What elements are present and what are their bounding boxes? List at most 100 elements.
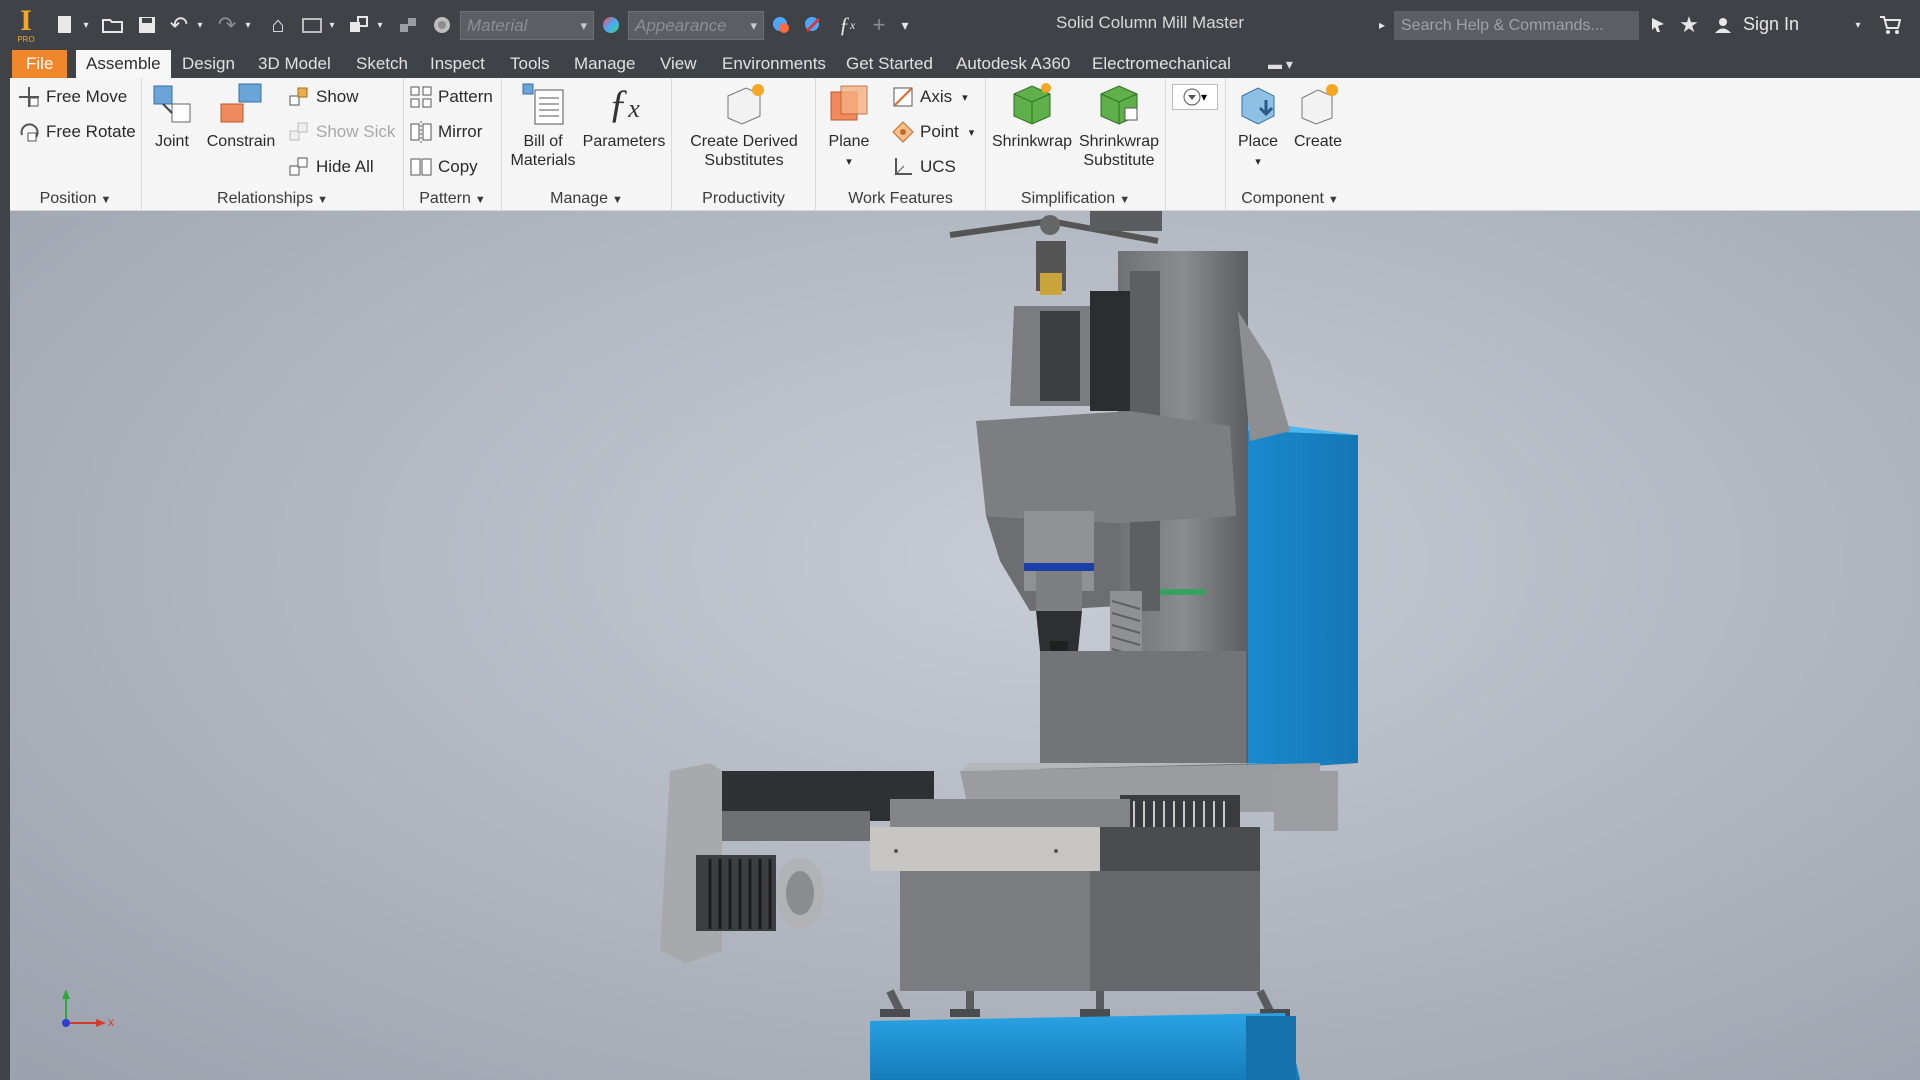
parameters-button[interactable]: ƒx Parameters	[580, 82, 668, 151]
axis-button[interactable]: Axis ▾	[892, 84, 968, 110]
panel-label-manage[interactable]: Manage ▼	[502, 190, 671, 208]
tab-autodesk-a360[interactable]: Autodesk A360	[956, 50, 1070, 78]
sign-in-dropdown-icon[interactable]: ▾	[1850, 8, 1866, 42]
redo-icon[interactable]: ↷	[214, 8, 240, 42]
tab-view[interactable]: View	[660, 50, 697, 78]
create-derived-substitutes-button[interactable]: Create Derived Substitutes	[680, 82, 808, 170]
new-file-icon[interactable]	[52, 8, 78, 42]
joint-button[interactable]: Joint	[148, 82, 196, 151]
point-button[interactable]: Point ▾	[892, 119, 974, 145]
place-icon	[1236, 82, 1280, 126]
update-dropdown-icon[interactable]: ▾	[326, 8, 338, 42]
undo-dropdown-icon[interactable]: ▾	[194, 8, 206, 42]
undo-icon[interactable]: ↶	[166, 8, 192, 42]
measure-icon[interactable]	[394, 8, 422, 42]
open-folder-icon[interactable]	[100, 8, 126, 42]
add-icon[interactable]: +	[866, 8, 892, 42]
free-move-icon	[18, 86, 40, 108]
mill-model[interactable]	[10, 211, 1920, 1080]
mill-head	[976, 411, 1236, 523]
tab-file[interactable]: File	[12, 50, 68, 78]
title-bar: I PRO ▾ ↶ ▾ ↷ ▾ ⌂ ▾ ▾ Material ▾ Appearanc…	[0, 0, 1920, 50]
tab-environments[interactable]: Environments	[722, 50, 826, 78]
search-help-input[interactable]: Search Help & Commands...	[1394, 11, 1639, 40]
filter-dropdown-icon[interactable]: ▾	[1172, 84, 1218, 110]
brass-collar	[1040, 273, 1062, 295]
customize-qat-icon[interactable]: ▾	[896, 8, 914, 42]
axis-x-label: x	[108, 1015, 114, 1029]
panel-label-component[interactable]: Component ▼	[1226, 190, 1354, 208]
graphics-viewport[interactable]: x	[10, 211, 1920, 1080]
expand-search-icon[interactable]: ▸	[1374, 8, 1390, 42]
show-sick-button[interactable]: Show Sick	[288, 119, 395, 145]
tab-manage[interactable]: Manage	[574, 50, 635, 78]
cart-icon[interactable]	[1876, 8, 1904, 42]
tab-get-started[interactable]: Get Started	[846, 50, 933, 78]
search-icon[interactable]	[1646, 8, 1670, 42]
ribbon-tabs: File Assemble Design 3D Model Sketch Ins…	[0, 50, 1920, 78]
tab-tools[interactable]: Tools	[510, 50, 550, 78]
place-button[interactable]: Place ▾	[1230, 82, 1286, 172]
shrinkwrap-substitute-button[interactable]: Shrinkwrap Substitute	[1076, 82, 1162, 170]
material-dropdown[interactable]: Material ▾	[460, 11, 594, 40]
shrinkwrap-icon	[1010, 82, 1054, 126]
mirror-button[interactable]: Mirror	[410, 119, 482, 145]
show-button[interactable]: Show	[288, 84, 359, 110]
favorites-star-icon[interactable]: ★	[1676, 8, 1702, 42]
shrinkwrap-substitute-icon	[1097, 82, 1141, 126]
appearance-dropdown[interactable]: Appearance ▾	[628, 11, 764, 40]
view-triad[interactable]: x	[46, 979, 116, 1044]
panel-label-pattern[interactable]: Pattern ▼	[404, 190, 501, 208]
left-edge	[0, 50, 10, 1080]
plane-button[interactable]: Plane ▾	[822, 82, 876, 172]
create-component-button[interactable]: Create	[1288, 82, 1348, 151]
redo-dropdown-icon[interactable]: ▾	[242, 8, 254, 42]
select-dropdown-icon[interactable]: ▾	[374, 8, 386, 42]
saddle	[870, 827, 1100, 871]
panel-component: Place ▾ Create Component ▼	[1226, 78, 1354, 211]
free-rotate-button[interactable]: Free Rotate	[18, 119, 136, 145]
panel-label-relationships[interactable]: Relationships ▼	[142, 190, 403, 208]
save-icon[interactable]	[134, 8, 160, 42]
material-globe-icon[interactable]	[428, 8, 456, 42]
update-icon[interactable]	[298, 8, 326, 42]
tab-sketch[interactable]: Sketch	[356, 50, 408, 78]
pattern-icon	[410, 86, 432, 108]
panel-label-productivity: Productivity	[702, 190, 785, 207]
tab-assemble[interactable]: Assemble	[76, 50, 171, 78]
blue-stand	[870, 1013, 1300, 1080]
point-icon	[892, 121, 914, 143]
rear-blue-panel	[1236, 430, 1358, 771]
bill-of-materials-button[interactable]: Bill of Materials	[506, 82, 580, 170]
bill-of-materials-icon	[521, 82, 565, 126]
fx-icon[interactable]: ƒx	[834, 8, 860, 42]
panel-label-position[interactable]: Position ▼	[10, 190, 141, 208]
appearance-sphere-icon[interactable]	[598, 8, 624, 42]
new-dropdown-icon[interactable]: ▾	[80, 8, 92, 42]
free-move-button[interactable]: Free Move	[18, 84, 127, 110]
tab-electromechanical[interactable]: Electromechanical	[1092, 50, 1231, 78]
pattern-button[interactable]: Pattern	[410, 84, 493, 110]
shrinkwrap-button[interactable]: Shrinkwrap	[990, 82, 1074, 151]
axis-icon	[892, 86, 914, 108]
sign-in-button[interactable]: Sign In	[1743, 14, 1799, 35]
fx-parameters-icon: ƒx	[608, 81, 640, 126]
copy-button[interactable]: Copy	[410, 154, 478, 180]
panel-position: Free Move Free Rotate Position ▼	[10, 78, 142, 211]
panel-productivity: Create Derived Substitutes Productivity	[672, 78, 816, 211]
tab-inspect[interactable]: Inspect	[430, 50, 485, 78]
constrain-button[interactable]: Constrain	[204, 82, 278, 151]
ucs-button[interactable]: UCS	[892, 154, 956, 180]
hide-all-icon	[288, 156, 310, 178]
select-filter-icon[interactable]	[346, 8, 372, 42]
ribbon-display-icon[interactable]: ▬ ▾	[1268, 50, 1293, 78]
tab-design[interactable]: Design	[182, 50, 235, 78]
app-logo[interactable]: I PRO	[14, 6, 38, 44]
adjust-appearance-icon[interactable]	[768, 8, 794, 42]
tab-3d-model[interactable]: 3D Model	[258, 50, 331, 78]
clear-appearance-icon[interactable]	[800, 8, 826, 42]
user-icon[interactable]	[1710, 8, 1736, 42]
panel-label-simplification[interactable]: Simplification ▼	[986, 190, 1165, 208]
hide-all-button[interactable]: Hide All	[288, 154, 374, 180]
home-icon[interactable]: ⌂	[264, 8, 292, 42]
